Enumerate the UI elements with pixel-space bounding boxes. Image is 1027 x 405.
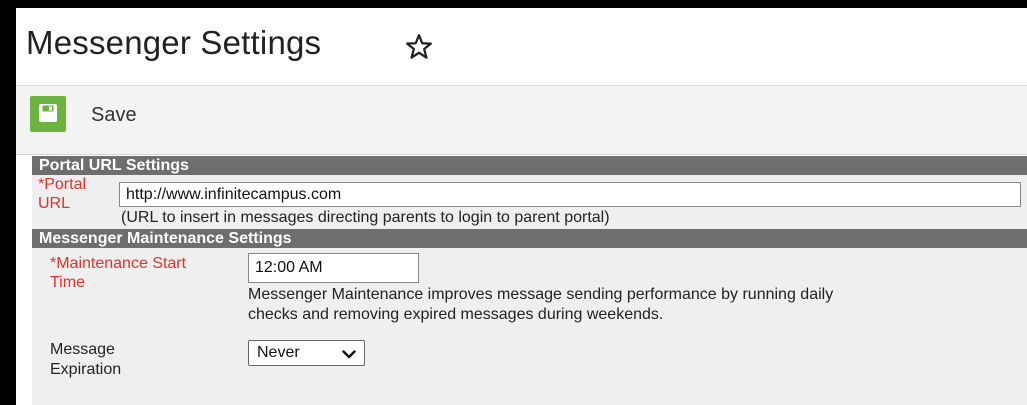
page-title: Messenger Settings [26, 24, 322, 61]
star-icon[interactable] [404, 32, 434, 62]
maintenance-start-label: *Maintenance Start [50, 255, 187, 272]
message-expiration-label: Message [50, 341, 115, 358]
page-header: Messenger Settings [16, 8, 1027, 86]
chevron-down-icon [342, 350, 356, 359]
action-toolbar: Save [16, 86, 1027, 155]
maintenance-start-time-input[interactable] [248, 253, 419, 283]
portal-url-help: (URL to insert in messages directing par… [121, 209, 610, 226]
save-button[interactable]: Save [30, 96, 160, 136]
section-header-maintenance: Messenger Maintenance Settings [32, 229, 1027, 248]
floppy-disk-icon [30, 96, 66, 132]
message-expiration-selected: Never [257, 344, 300, 361]
message-expiration-select[interactable]: Never [248, 340, 365, 366]
maintenance-help-line1: Messenger Maintenance improves message s… [248, 286, 834, 303]
section-header-portal: Portal URL Settings [32, 156, 1027, 175]
message-expiration-label-cont: Expiration [50, 361, 122, 378]
save-label: Save [91, 104, 137, 126]
portal-url-label: *Portal [38, 176, 87, 193]
portal-url-input[interactable] [119, 182, 1021, 207]
maintenance-start-label-cont: Time [50, 274, 85, 291]
maintenance-help-line2: checks and removing expired messages dur… [248, 306, 664, 323]
settings-window: Messenger Settings Save Portal URL Setti… [16, 8, 1027, 405]
settings-form: Portal URL Settings *Portal URL (URL to … [32, 156, 1027, 405]
portal-url-label-cont: URL [38, 195, 71, 212]
